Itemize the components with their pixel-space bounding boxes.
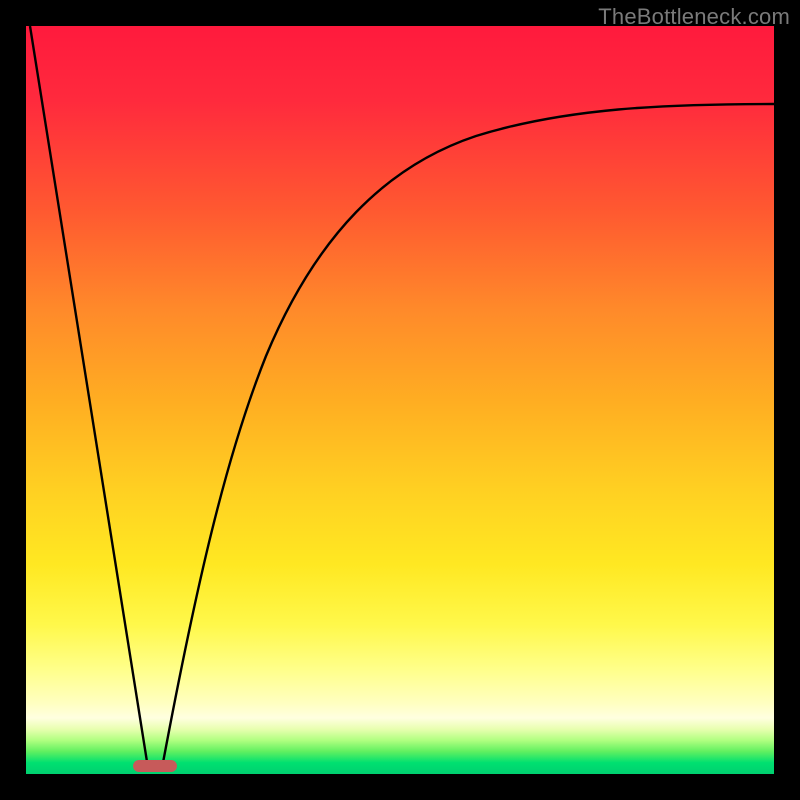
curve-right-branch bbox=[162, 104, 774, 768]
optimal-marker bbox=[133, 760, 177, 772]
chart-curves bbox=[26, 26, 774, 774]
watermark-text: TheBottleneck.com bbox=[598, 4, 790, 30]
curve-left-branch bbox=[30, 26, 148, 768]
chart-frame: TheBottleneck.com bbox=[0, 0, 800, 800]
chart-plot-area bbox=[26, 26, 774, 774]
